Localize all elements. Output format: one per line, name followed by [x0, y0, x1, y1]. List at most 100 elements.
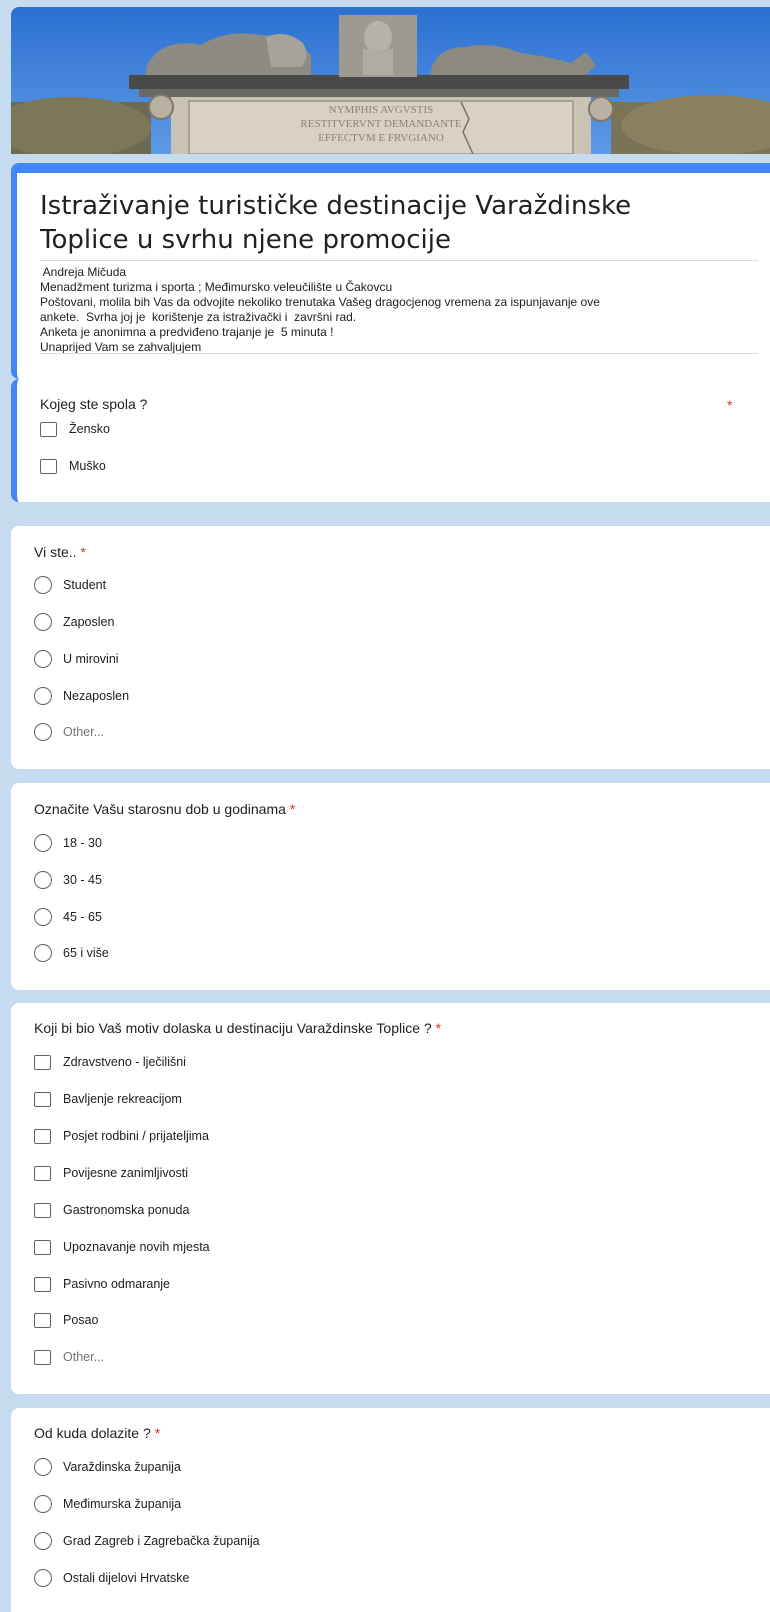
description-line: Poštovani, molila bih Vas da odvojite ne…: [40, 295, 600, 309]
option-checkbox[interactable]: Žensko: [40, 419, 110, 439]
option-checkbox[interactable]: Povijesne zanimljivosti: [34, 1163, 188, 1183]
question-title: Označite Vašu starosnu dob u godinama *: [34, 801, 295, 817]
option-label: Ostali dijelovi Hrvatske: [63, 1571, 190, 1585]
question-card-status: Vi ste.. * Student Zaposlen U mirovini Ne…: [11, 526, 770, 769]
description-divider: [40, 353, 758, 354]
form-title: Istraživanje turističke destinacije Vara…: [40, 189, 770, 257]
option-checkbox[interactable]: Pasivno odmaranje: [34, 1274, 170, 1294]
option-label: Međimurska županija: [63, 1497, 182, 1511]
option-label: Varaždinska županija: [63, 1460, 181, 1474]
checkbox[interactable]: [34, 1091, 51, 1107]
question-title: Kojeg ste spola ?: [40, 396, 148, 412]
question-title-text: Od kuda dolazite ?: [34, 1425, 151, 1441]
description-line: Andreja Mičuda: [40, 265, 127, 279]
question-title-text: Označite Vašu starosnu dob u godinama: [34, 801, 286, 817]
question-title: Koji bi bio Vaš motiv dolaska u destinac…: [34, 1020, 441, 1036]
option-checkbox[interactable]: Posao: [34, 1310, 98, 1330]
question-title-text: Koji bi bio Vaš motiv dolaska u destinac…: [34, 1020, 432, 1036]
option-label: 30 - 45: [63, 873, 102, 887]
radio-button[interactable]: [34, 723, 52, 741]
option-label: 18 - 30: [63, 836, 102, 850]
option-radio[interactable]: 30 - 45: [34, 870, 102, 890]
radio-button[interactable]: [34, 613, 52, 631]
option-radio[interactable]: Varaždinska županija: [34, 1457, 181, 1477]
option-radio[interactable]: 18 - 30: [34, 833, 102, 853]
radio-button[interactable]: [34, 576, 52, 594]
option-label: 65 i više: [63, 946, 109, 960]
option-label: Gastronomska ponuda: [63, 1203, 190, 1217]
option-label: Nezaposlen: [63, 689, 130, 703]
checkbox[interactable]: [40, 458, 57, 474]
radio-button[interactable]: [34, 944, 52, 962]
option-label: 45 - 65: [63, 910, 102, 924]
radio-button[interactable]: [34, 908, 52, 926]
option-radio[interactable]: Zaposlen: [34, 612, 114, 632]
required-asterisk: *: [435, 1020, 442, 1036]
option-checkbox[interactable]: Zdravstveno - lječilišni: [34, 1052, 186, 1072]
header-banner-image: NYMPHIS AVGVSTIS RESTITVERVNT DEMANDANTE…: [11, 7, 770, 154]
form-header-card: Istraživanje turističke destinacije Vara…: [11, 163, 770, 379]
question-card-motive: Koji bi bio Vaš motiv dolaska u destinac…: [11, 1003, 770, 1394]
question-title: Vi ste.. *: [34, 544, 86, 560]
required-asterisk: *: [80, 544, 86, 560]
option-label: Other...: [63, 1350, 104, 1364]
option-radio[interactable]: Student: [34, 575, 106, 595]
option-radio[interactable]: Grad Zagreb i Zagrebačka županija: [34, 1531, 260, 1551]
checkbox[interactable]: [34, 1054, 51, 1070]
form-title-line-1: Istraživanje turističke destinacije Vara…: [40, 191, 632, 221]
form-description: Andreja Mičuda Menadžment turizma i spor…: [40, 265, 758, 355]
question-title: Od kuda dolazite ? *: [34, 1425, 160, 1441]
question-card-origin: Od kuda dolazite ? * Varaždinska županija…: [11, 1408, 770, 1612]
option-checkbox[interactable]: Bavljenje rekreacijom: [34, 1089, 182, 1109]
radio-button[interactable]: [34, 650, 52, 668]
option-label: Povijesne zanimljivosti: [63, 1166, 189, 1180]
radio-button[interactable]: [34, 1458, 52, 1476]
option-radio[interactable]: 65 i više: [34, 943, 109, 963]
svg-text:NYMPHIS AVGVSTIS: NYMPHIS AVGVSTIS: [329, 104, 434, 116]
option-radio-other[interactable]: Other...: [34, 722, 104, 742]
checkbox[interactable]: [34, 1239, 51, 1255]
required-asterisk: *: [154, 1425, 161, 1441]
option-radio[interactable]: Ostali dijelovi Hrvatske: [34, 1568, 189, 1588]
question-title-text: Vi ste..: [34, 544, 77, 560]
checkbox[interactable]: [34, 1312, 51, 1328]
radio-button[interactable]: [34, 687, 52, 705]
option-label: Zaposlen: [63, 615, 115, 629]
option-label: Grad Zagreb i Zagrebačka županija: [63, 1534, 260, 1548]
option-label: Other...: [63, 725, 104, 739]
option-checkbox[interactable]: Gastronomska ponuda: [34, 1200, 189, 1220]
required-asterisk: *: [727, 397, 733, 413]
checkbox[interactable]: [34, 1202, 51, 1218]
radio-button[interactable]: [34, 1495, 52, 1513]
checkbox[interactable]: [34, 1128, 51, 1144]
description-line: Menadžment turizma i sporta ; Međimursko…: [40, 280, 393, 294]
required-asterisk: *: [289, 801, 296, 817]
option-label: Posjet rodbini / prijateljima: [63, 1129, 209, 1143]
option-radio[interactable]: 45 - 65: [34, 907, 102, 927]
option-label: Upoznavanje novih mjesta: [63, 1240, 210, 1254]
option-checkbox[interactable]: Posjet rodbini / prijateljima: [34, 1126, 209, 1146]
description-line: ankete. Svrha joj je korištenje za istra…: [40, 310, 357, 324]
svg-text:RESTITVERVNT DEMANDANTE: RESTITVERVNT DEMANDANTE: [300, 118, 461, 130]
option-label: Muško: [69, 459, 106, 473]
checkbox[interactable]: [40, 421, 57, 437]
option-radio[interactable]: Nezaposlen: [34, 686, 129, 706]
title-divider: [40, 260, 758, 261]
form-title-line-2: Toplice u svrhu njene promocije: [40, 225, 451, 255]
checkbox[interactable]: [34, 1165, 51, 1181]
radio-button[interactable]: [34, 1569, 52, 1587]
option-radio[interactable]: U mirovini: [34, 649, 119, 669]
svg-text:EFFECTVM E FRVGIANO: EFFECTVM E FRVGIANO: [318, 132, 444, 144]
option-checkbox[interactable]: Upoznavanje novih mjesta: [34, 1237, 210, 1257]
option-label: Pasivno odmaranje: [63, 1277, 171, 1291]
option-label: Žensko: [69, 422, 110, 436]
option-checkbox[interactable]: Muško: [40, 456, 106, 476]
radio-button[interactable]: [34, 834, 52, 852]
checkbox[interactable]: [34, 1276, 51, 1292]
radio-button[interactable]: [34, 1532, 52, 1550]
radio-button[interactable]: [34, 871, 52, 889]
description-line: Anketa je anonimna a predviđeno trajanje…: [40, 325, 334, 339]
option-radio[interactable]: Međimurska županija: [34, 1494, 181, 1514]
option-checkbox-other[interactable]: Other...: [34, 1347, 104, 1367]
checkbox[interactable]: [34, 1349, 51, 1365]
